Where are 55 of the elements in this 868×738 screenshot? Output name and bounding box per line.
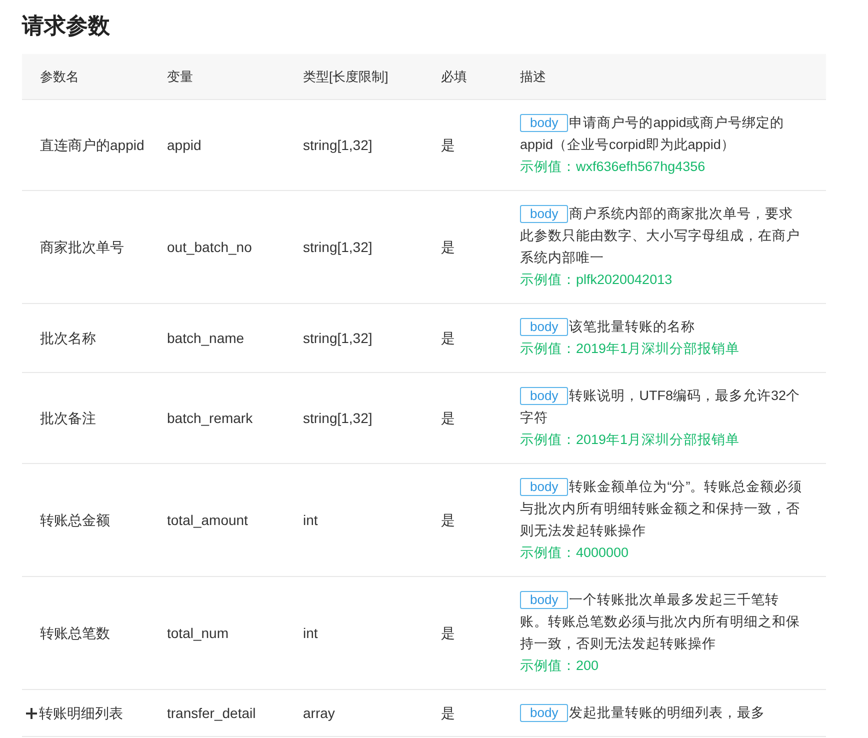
table-cell: array	[303, 704, 335, 720]
column-header: 参数名	[40, 68, 79, 84]
table-cell: 是	[441, 624, 455, 640]
example-value: 示例值：2019年1月深圳分部报销单	[520, 431, 741, 449]
table-cell: batch_remark	[167, 410, 253, 426]
table-cell: 是	[441, 136, 455, 152]
table-cell-text: 直连商户的appid	[40, 136, 144, 155]
table-cell: string[1,32]	[303, 330, 372, 346]
table-cell-text: 商家批次单号	[40, 238, 124, 256]
table-cell: 是	[441, 410, 455, 426]
table-cell: appid	[167, 136, 202, 152]
example-value: 示例值：wxf636efh567hg4356	[520, 158, 706, 176]
example-value: 示例值：plfk2020042013	[520, 271, 674, 289]
description-text: body 一个转账批次单最多发起三千笔转账。转账总笔数必须与批次内所有明细之和保持一致，否则无法发起转账操作	[520, 590, 801, 653]
column-header: 变量	[167, 68, 193, 84]
body-tag: body	[520, 478, 568, 496]
example-value: 示例值：4000000	[520, 544, 630, 562]
body-tag: body	[520, 591, 568, 609]
table-cell-text: 批次备注	[40, 408, 96, 428]
body-tag: body	[520, 387, 568, 405]
section-title: 请求参数	[22, 12, 111, 40]
column-header: 必填	[441, 68, 467, 84]
table-cell: string[1,32]	[303, 238, 372, 254]
table-cell-text: 转账明细列表	[39, 704, 123, 722]
body-tag: body	[520, 704, 568, 722]
column-header: 类型[长度限制]	[303, 68, 388, 84]
table-cell-text: 批次名称	[40, 328, 96, 348]
body-tag: body	[520, 114, 568, 132]
column-header: 描述	[520, 68, 546, 84]
description-text: body 该笔批量转账的名称	[520, 316, 806, 338]
table-cell: batch_name	[167, 330, 244, 346]
table-cell: out_batch_no	[167, 238, 252, 254]
table-cell: int	[303, 512, 318, 528]
table-cell: 是	[441, 330, 455, 346]
example-value: 示例值：200	[520, 657, 600, 675]
table-cell: string[1,32]	[303, 410, 372, 426]
description-text: body 发起批量转账的明细列表，最多	[520, 702, 806, 724]
table-cell: 是	[441, 704, 455, 720]
body-tag: body	[520, 318, 568, 336]
table-cell: 是	[441, 512, 455, 528]
description-text: body 申请商户号的appid或商户号绑定的appid（企业号corpid即为此appid）	[520, 113, 786, 154]
table-cell: transfer_detail	[167, 704, 256, 720]
table-cell-text: 转账总笔数	[40, 624, 110, 642]
description-text: body 转账说明，UTF8编码，最多允许32个字符	[520, 386, 801, 427]
table-cell-text: 转账总金额	[40, 510, 110, 530]
table-cell: int	[303, 624, 318, 640]
table-cell: string[1,32]	[303, 136, 372, 152]
description-text: body 商户系统内部的商家批次单号，要求此参数只能由数字、大小写字母组成，在商户系统内部唯一	[520, 204, 801, 267]
body-tag: body	[520, 205, 568, 223]
table-cell: total_amount	[167, 512, 248, 528]
example-value: 示例值：2019年1月深圳分部报销单	[520, 340, 741, 358]
table-cell: total_num	[167, 624, 228, 640]
table-cell: 是	[441, 238, 455, 254]
plus-icon[interactable]	[26, 708, 37, 718]
description-text: body 转账金额单位为“分”。转账总金额必须与批次内所有明细转账金额之和保持一致，否则无法发起转账操作	[520, 477, 804, 540]
